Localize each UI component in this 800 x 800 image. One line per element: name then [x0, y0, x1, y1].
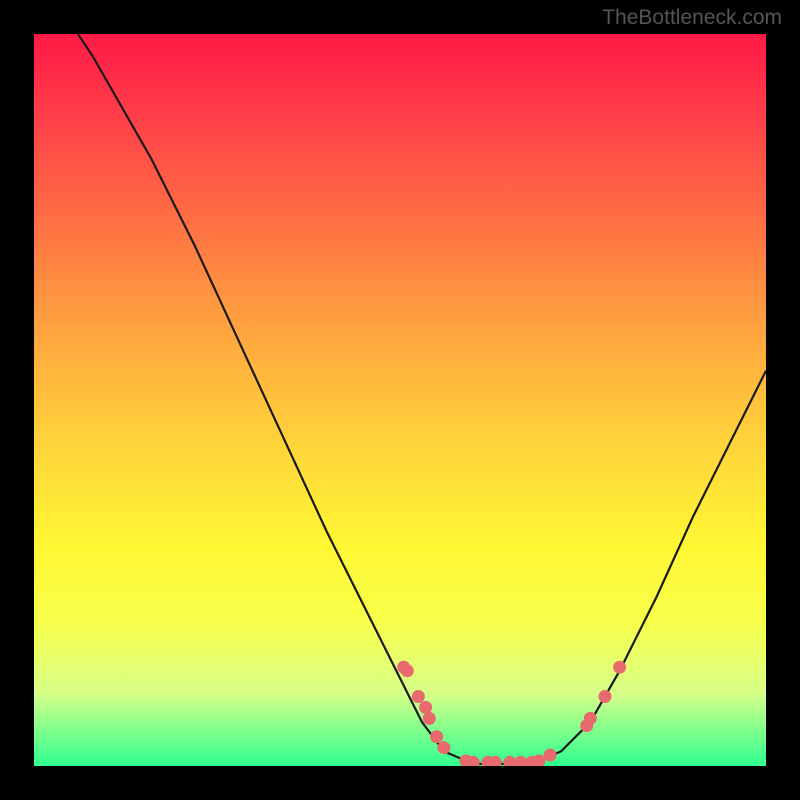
data-dot	[423, 712, 436, 725]
data-dot	[514, 756, 527, 766]
dots-svg	[34, 34, 766, 766]
data-dot	[599, 690, 612, 703]
data-dots-group	[397, 661, 626, 766]
data-dot	[437, 741, 450, 754]
watermark-text: TheBottleneck.com	[602, 6, 782, 30]
data-dot	[533, 754, 546, 766]
data-dot	[412, 690, 425, 703]
chart-container: TheBottleneck.com	[0, 0, 800, 800]
data-dot	[401, 664, 414, 677]
plot-area	[34, 34, 766, 766]
data-dot	[584, 712, 597, 725]
data-dot	[613, 661, 626, 674]
data-dot	[430, 730, 443, 743]
data-dot	[544, 749, 557, 762]
data-dot	[503, 756, 516, 766]
data-dot	[419, 701, 432, 714]
